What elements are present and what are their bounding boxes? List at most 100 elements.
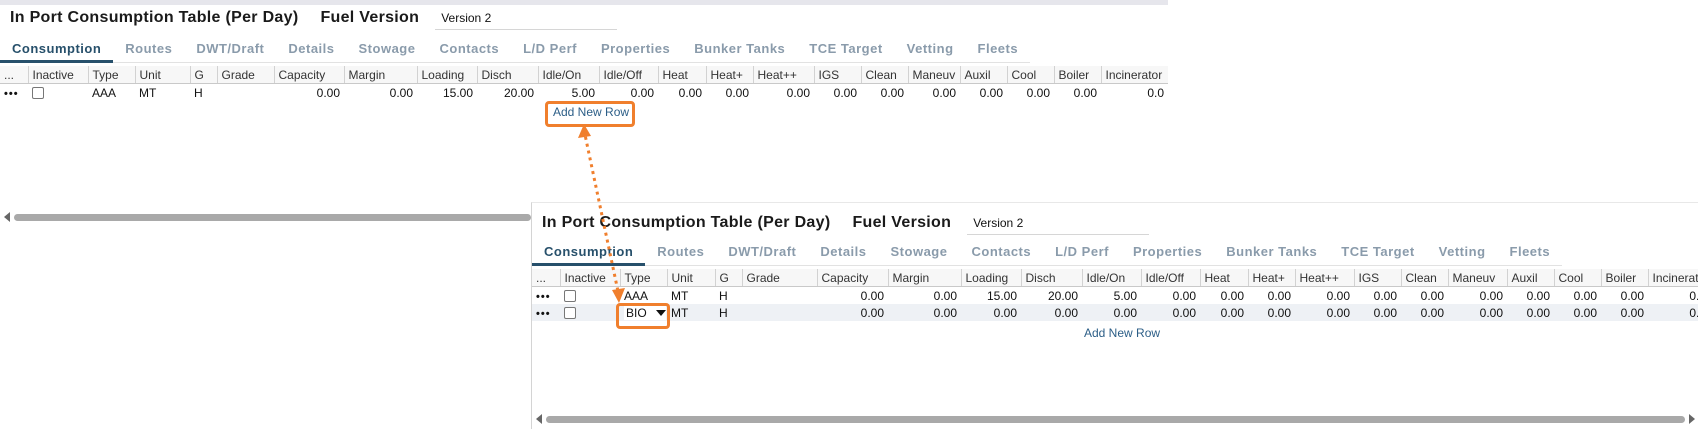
col-header-auxil[interactable]: Auxil [1506, 269, 1554, 287]
inactive-checkbox[interactable] [564, 290, 576, 303]
tab-properties[interactable]: Properties [1121, 241, 1214, 263]
clean-cell[interactable]: 0.00 [861, 84, 908, 102]
unit-cell[interactable]: MT [135, 84, 190, 102]
unit-cell[interactable]: MT [667, 304, 715, 321]
tab-routes[interactable]: Routes [645, 241, 716, 263]
col-header-heat-plus[interactable]: Heat+ [705, 66, 753, 84]
capacity-cell[interactable]: 0.00 [274, 84, 344, 102]
tab-bunker-tanks[interactable]: Bunker Tanks [1214, 241, 1329, 263]
cool-cell[interactable]: 0.00 [1554, 304, 1601, 321]
more-horizontal-icon[interactable]: ••• [536, 291, 551, 303]
col-header-idle-on[interactable]: Idle/On [1081, 269, 1141, 287]
col-header-idle-off[interactable]: Idle/Off [1140, 269, 1200, 287]
col-header-heat-plus[interactable]: Heat+ [1247, 269, 1295, 287]
tab-tce-target[interactable]: TCE Target [797, 38, 894, 60]
cool-cell[interactable]: 0.00 [1554, 287, 1601, 305]
heat-plus-cell[interactable]: 0.00 [706, 84, 753, 102]
grade-cell[interactable] [742, 287, 817, 305]
col-header-type[interactable]: Type [87, 66, 135, 84]
heat-cell[interactable]: 0.00 [1200, 304, 1248, 321]
fuel-version-input[interactable] [967, 211, 1150, 235]
tab-bunker-tanks[interactable]: Bunker Tanks [682, 38, 797, 60]
heat-cell[interactable]: 0.00 [1200, 287, 1248, 305]
tab-routes[interactable]: Routes [113, 38, 184, 60]
idle-on-cell[interactable]: 5.00 [538, 84, 599, 102]
col-header-heat[interactable]: Heat [657, 66, 706, 84]
type-cell[interactable]: AAA [620, 287, 667, 305]
col-header-disch[interactable]: Disch [476, 66, 538, 84]
incinerator-cell[interactable]: 0.0 [1101, 84, 1168, 102]
col-header-maneuv[interactable]: Maneuv [907, 66, 960, 84]
col-header-boiler[interactable]: Boiler [1600, 269, 1648, 287]
tab-fleets[interactable]: Fleets [966, 38, 1031, 60]
g-cell[interactable]: H [715, 304, 742, 321]
tab-dwt-draft[interactable]: DWT/Draft [184, 38, 276, 60]
tab-consumption[interactable]: Consumption [0, 38, 114, 63]
disch-cell[interactable]: 20.00 [477, 84, 538, 102]
col-header-inactive[interactable]: Inactive [27, 66, 88, 84]
loading-cell[interactable]: 15.00 [417, 84, 477, 102]
auxil-cell[interactable]: 0.00 [1507, 287, 1554, 305]
col-header-auxil[interactable]: Auxil [959, 66, 1007, 84]
unit-cell[interactable]: MT [667, 287, 715, 305]
idle-off-cell[interactable]: 0.00 [1141, 304, 1200, 321]
incinerator-cell[interactable]: 0.0 [1648, 304, 1698, 321]
tab-contacts[interactable]: Contacts [959, 241, 1043, 263]
fuel-version-input[interactable] [435, 6, 618, 30]
margin-cell[interactable]: 0.00 [888, 287, 961, 305]
tab-ld-perf[interactable]: L/D Perf [1043, 241, 1121, 263]
grade-cell[interactable] [217, 84, 274, 102]
col-header-capacity[interactable]: Capacity [273, 66, 344, 84]
col-header-capacity[interactable]: Capacity [816, 269, 888, 287]
tab-details[interactable]: Details [276, 38, 346, 60]
col-header-menu[interactable]: ... [0, 66, 28, 84]
cool-cell[interactable]: 0.00 [1007, 84, 1054, 102]
tab-vetting[interactable]: Vetting [1427, 241, 1498, 263]
col-header-maneuv[interactable]: Maneuv [1447, 269, 1507, 287]
tab-properties[interactable]: Properties [589, 38, 682, 60]
heat-plus-cell[interactable]: 0.00 [1248, 287, 1295, 305]
col-header-clean[interactable]: Clean [1400, 269, 1448, 287]
capacity-cell[interactable]: 0.00 [817, 287, 888, 305]
igs-cell[interactable]: 0.00 [1354, 304, 1401, 321]
col-header-loading[interactable]: Loading [960, 269, 1021, 287]
more-horizontal-icon[interactable]: ••• [536, 308, 551, 320]
tab-fleets[interactable]: Fleets [1498, 241, 1563, 263]
tab-stowage[interactable]: Stowage [879, 241, 960, 263]
col-header-idle-on[interactable]: Idle/On [537, 66, 599, 84]
auxil-cell[interactable]: 0.00 [1507, 304, 1554, 321]
capacity-cell[interactable]: 0.00 [817, 304, 888, 321]
tab-dwt-draft[interactable]: DWT/Draft [716, 241, 808, 263]
col-header-g[interactable]: G [714, 269, 742, 287]
g-cell[interactable]: H [190, 84, 217, 102]
scrollbar-thumb[interactable] [14, 214, 531, 221]
inactive-checkbox[interactable] [32, 87, 44, 100]
col-header-loading[interactable]: Loading [416, 66, 477, 84]
col-header-heat[interactable]: Heat [1199, 269, 1248, 287]
tab-details[interactable]: Details [808, 241, 878, 263]
col-header-margin[interactable]: Margin [887, 269, 961, 287]
boiler-cell[interactable]: 0.00 [1054, 84, 1101, 102]
margin-cell[interactable]: 0.00 [888, 304, 961, 321]
heat-plus-plus-cell[interactable]: 0.00 [753, 84, 814, 102]
auxil-cell[interactable]: 0.00 [960, 84, 1007, 102]
col-header-idle-off[interactable]: Idle/Off [598, 66, 658, 84]
horizontal-scrollbar[interactable] [2, 212, 531, 222]
more-horizontal-icon[interactable]: ••• [4, 88, 19, 100]
col-header-inactive[interactable]: Inactive [559, 269, 620, 287]
grade-cell[interactable] [742, 304, 817, 321]
col-header-unit[interactable]: Unit [666, 269, 715, 287]
incinerator-cell[interactable]: 0.0 [1648, 287, 1698, 305]
scroll-left-icon[interactable] [536, 414, 542, 424]
col-header-unit[interactable]: Unit [134, 66, 190, 84]
idle-off-cell[interactable]: 0.00 [1141, 287, 1200, 305]
tab-vetting[interactable]: Vetting [895, 38, 966, 60]
loading-cell[interactable]: 15.00 [961, 287, 1021, 305]
margin-cell[interactable]: 0.00 [344, 84, 417, 102]
disch-cell[interactable]: 20.00 [1021, 287, 1082, 305]
col-header-cool[interactable]: Cool [1553, 269, 1601, 287]
scroll-right-icon[interactable] [1689, 414, 1695, 424]
boiler-cell[interactable]: 0.00 [1601, 287, 1648, 305]
col-header-igs[interactable]: IGS [1353, 269, 1401, 287]
tab-ld-perf[interactable]: L/D Perf [511, 38, 589, 60]
